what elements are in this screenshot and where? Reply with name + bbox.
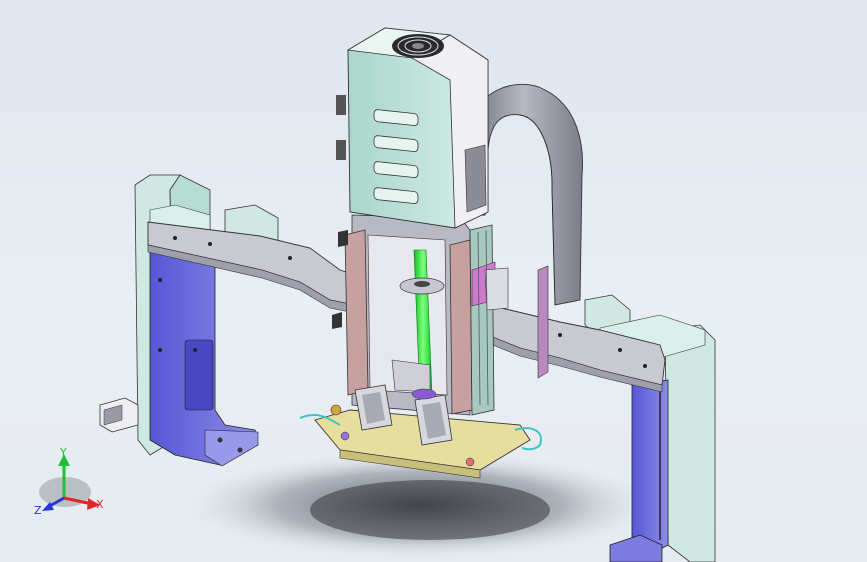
spindle-motor-enclosure[interactable] xyxy=(336,27,489,229)
triad-x-label: X xyxy=(96,498,104,511)
cooling-fan-icon xyxy=(392,34,444,58)
cad-viewport[interactable]: Y X Z xyxy=(0,0,867,562)
triad-z-label: Z xyxy=(34,504,42,517)
left-upright[interactable] xyxy=(134,174,279,467)
ground-shadow-core xyxy=(310,480,550,540)
triad-y-label: Y xyxy=(59,446,67,459)
coordinate-triad-icon[interactable]: Y X Z xyxy=(34,446,104,517)
cad-model-scene[interactable]: Y X Z xyxy=(0,0,867,562)
electrical-junction-box[interactable] xyxy=(99,397,139,433)
